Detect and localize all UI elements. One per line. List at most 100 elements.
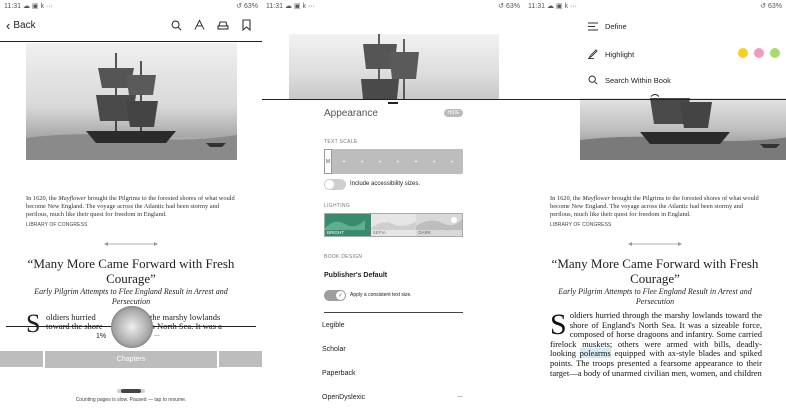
highlight-color-green[interactable] [770,48,780,58]
accessibility-label: Include accessibility sizes. [350,181,421,187]
highlight-color-pink[interactable] [754,48,764,58]
text-scale-label: TEXT SCALE [324,139,358,145]
menu-bottom-edge [524,99,786,100]
image-credit-3: LIBRARY OF CONGRESS [550,222,612,228]
status-apps: ☁ ▣ k ··· [22,3,53,10]
caption-text-3: In 1620, the [550,195,583,202]
lighting-label: LIGHTING [324,203,351,209]
image-caption-3: In 1620, the Mayflower brought the Pilgr… [550,195,761,219]
lighting-dark-label: DARK [418,230,431,235]
reader-panel-controls: 11:31 ☁ ▣ k ··· ↺ 63% ‹ Back In 1620, th… [0,0,262,418]
prev-chapter-button[interactable] [0,351,43,367]
caption-text: In 1620, the [26,195,59,202]
search-icon[interactable] [170,19,182,31]
font-list-divider [324,312,463,313]
chapter-title-3: “Many More Came Forward with Fresh Coura… [551,256,759,286]
ship-illustration-partial [289,34,499,99]
chapters-button[interactable]: Chapters [45,351,217,368]
consistent-size-toggle[interactable]: ✓ [324,290,346,301]
hide-label: HIDE [447,110,460,116]
progress-percent: 1% [96,333,107,340]
next-chapter-button[interactable] [219,351,262,367]
status-bar-3: 11:31 ☁ ▣ k ··· ↺ 63% [524,0,786,12]
publishers-default-option[interactable]: Publisher's Default [324,272,387,279]
chevron-left-icon: ‹ [6,18,11,33]
sheet-top-edge [262,99,524,100]
appearance-panel-screen: 11:31 ☁ ▣ k ··· ↺ 63% Appearance HIDE TE… [262,0,524,418]
define-menu-item[interactable]: Define [588,22,627,31]
lighting-bright-option[interactable]: BRIGHT [325,214,371,236]
text-scale-thumb[interactable]: M [324,149,332,174]
progress-indicator-fill [121,389,141,393]
car-mode-icon[interactable] [217,19,229,31]
font-option-opendyslexic[interactable]: OpenDyslexic [322,394,365,401]
lighting-sepia-option[interactable]: SEPIA [370,214,417,236]
status-bar: 11:31 ☁ ▣ k ··· ↺ 63% [0,0,262,12]
dark-preview-icon [416,217,463,230]
sepia-preview-icon [370,221,417,230]
ornament-divider-3 [628,242,682,246]
hide-button[interactable]: HIDE [444,109,463,117]
highlight-menu-item[interactable]: Highlight [588,49,634,59]
search-icon-menu [588,75,598,85]
bookmark-icon[interactable] [240,19,252,31]
more-fonts-dots[interactable]: ... [457,392,463,399]
lighting-dark-option[interactable]: DARK [416,214,463,236]
toolbar-divider [0,41,262,42]
status-apps-2: ☁ ▣ k ··· [284,3,315,10]
back-button[interactable]: ‹ Back [6,18,36,33]
progress-indicator [117,389,145,393]
accessibility-toggle[interactable] [324,179,346,190]
chapter-title: “Many More Came Forward with Fresh Coura… [27,256,235,286]
highlight-color-yellow[interactable] [738,48,748,58]
caption-italic: Mayflower [58,195,87,202]
consistent-size-label: Apply a consistent text size. [350,292,412,298]
dropcap-letter-3: S [550,308,567,341]
accessibility-toggle-knob [325,180,334,189]
lighting-sepia-label: SEPIA [372,230,386,235]
text-scale-value: M [325,158,331,165]
sheet-drag-handle[interactable] [388,102,398,104]
highlight-label: Highlight [605,49,635,59]
highlight-pen-icon [588,49,598,59]
chapters-label: Chapters [116,356,146,363]
progress-dots: ... [154,331,160,338]
ornament-divider [104,242,158,246]
caption-italic-3: Mayflower [582,195,611,202]
image-credit: LIBRARY OF CONGRESS [26,222,88,228]
selection-context-menu: Define Highlight Search Within Book [580,12,786,98]
ship-illustration-3 [580,94,786,160]
lighting-options: BRIGHT SEPIA DARK [324,213,463,237]
search-within-book-item[interactable]: Search Within Book [588,75,671,85]
ship-illustration [26,43,237,160]
define-icon [588,22,598,31]
lighting-bright-label: BRIGHT [327,230,345,235]
page-count-status[interactable]: Counting pages is slow. Paused — tap to … [0,397,262,403]
text-scale-ticks [343,160,453,163]
status-battery-2: ↺ 63% [498,3,520,10]
highlighted-word[interactable]: polearms [579,348,611,359]
text-appearance-icon[interactable] [193,19,205,31]
image-caption: In 1620, the Mayflower brought the Pilgr… [26,195,237,219]
font-option-legible[interactable]: Legible [322,322,345,329]
page-thumbnail[interactable] [111,306,153,348]
appearance-title: Appearance [324,108,378,119]
text-scale-slider[interactable]: M [324,149,463,174]
font-option-paperback[interactable]: Paperback [322,370,355,377]
book-design-label: BOOK DESIGN [324,254,363,260]
chapter-subtitle: Early Pilgrim Attempts to Flee England R… [34,287,228,306]
menu-chevron-icon[interactable] [650,93,660,97]
status-apps-3: ☁ ▣ k ··· [546,3,577,10]
status-battery: ↺ 63% [236,3,258,10]
status-bar-2: 11:31 ☁ ▣ k ··· ↺ 63% [262,0,524,12]
bright-preview-icon [325,220,365,230]
search-within-book-label: Search Within Book [605,75,671,85]
define-label: Define [605,22,627,31]
status-time-3: 11:31 [528,3,545,10]
back-label: Back [13,20,36,31]
chapter-body-text[interactable]: Soldiers hurried through the marshy lowl… [550,308,762,378]
status-time-2: 11:31 [266,3,283,10]
consistent-size-knob: ✓ [336,291,345,300]
font-option-scholar[interactable]: Scholar [322,346,346,353]
selection-menu-screen: 11:31 ☁ ▣ k ··· ↺ 63% Define Highlight S… [524,0,786,418]
